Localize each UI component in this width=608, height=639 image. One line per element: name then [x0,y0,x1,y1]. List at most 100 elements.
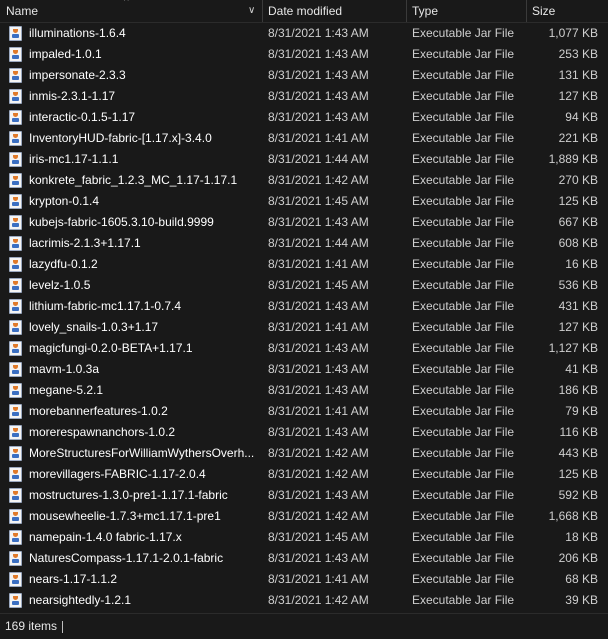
jar-file-icon [9,530,22,545]
file-row[interactable]: konkrete_fabric_1.2.3_MC_1.17-1.17.1 8/31… [0,170,608,191]
file-row[interactable]: nears-1.17-1.1.2 8/31/2021 1:41 AM Executa… [0,569,608,590]
file-date-modified: 8/31/2021 1:45 AM [268,530,369,544]
file-row[interactable]: lazydfu-0.1.2 8/31/2021 1:41 AM Executable… [0,254,608,275]
file-type: Executable Jar File [412,530,515,544]
file-row[interactable]: mavm-1.0.3a 8/31/2021 1:43 AM Executable J… [0,359,608,380]
file-date-modified: 8/31/2021 1:45 AM [268,278,369,292]
file-size: 94 KB [565,110,598,124]
file-size: 125 KB [558,467,598,481]
file-date-modified: 8/31/2021 1:41 AM [268,404,369,418]
file-row[interactable]: mousewheelie-1.7.3+mc1.17.1-pre1 8/31/202… [0,506,608,527]
file-name: nearsightedly-1.2.1 [29,593,132,607]
file-date-modified: 8/31/2021 1:43 AM [268,488,369,502]
file-explorer-window: Name ^ ∨ Date modified Type Size illumin… [0,0,608,639]
sort-ascending-icon: ^ [124,0,129,7]
file-name: inmis-2.3.1-1.17 [29,89,116,103]
file-row[interactable]: namepain-1.4.0 fabric-1.17.x 8/31/2021 1:… [0,527,608,548]
file-row[interactable]: megane-5.2.1 8/31/2021 1:43 AM Executable … [0,380,608,401]
file-row[interactable]: NaturesCompass-1.17.1-2.0.1-fabric 8/31/2… [0,548,608,569]
file-row[interactable]: iris-mc1.17-1.1.1 8/31/2021 1:44 AM Execut… [0,149,608,170]
file-size: 206 KB [558,551,598,565]
jar-file-icon [9,362,22,377]
file-name: krypton-0.1.4 [29,194,100,208]
file-type: Executable Jar File [412,47,515,61]
item-count: 169 items [5,619,58,633]
file-date-modified: 8/31/2021 1:42 AM [268,467,369,481]
file-date-modified: 8/31/2021 1:43 AM [268,26,369,40]
file-type: Executable Jar File [412,131,515,145]
file-type: Executable Jar File [412,593,515,607]
file-type: Executable Jar File [412,551,515,565]
file-size: 443 KB [558,446,598,460]
jar-file-icon [9,551,22,566]
file-date-modified: 8/31/2021 1:43 AM [268,341,369,355]
file-name: morerespawnanchors-1.0.2 [29,425,176,439]
file-row[interactable]: MoreStructuresForWilliamWythersOverh... 8… [0,443,608,464]
file-row[interactable]: inmis-2.3.1-1.17 8/31/2021 1:43 AM Executa… [0,86,608,107]
file-size: 79 KB [565,404,598,418]
file-row[interactable]: morebannerfeatures-1.0.2 8/31/2021 1:41 A… [0,401,608,422]
jar-file-icon [9,467,22,482]
file-name: impersonate-2.3.3 [29,68,126,82]
file-row[interactable]: impersonate-2.3.3 8/31/2021 1:43 AM Execut… [0,65,608,86]
file-row[interactable]: lithium-fabric-mc1.17.1-0.7.4 8/31/2021 1… [0,296,608,317]
file-name: morevillagers-FABRIC-1.17-2.0.4 [29,467,206,481]
file-row[interactable]: InventoryHUD-fabric-[1.17.x]-3.4.0 8/31/2… [0,128,608,149]
column-header-type[interactable]: Type [406,0,526,22]
file-row[interactable]: lacrimis-2.1.3+1.17.1 8/31/2021 1:44 AM Ex… [0,233,608,254]
file-row[interactable]: lovely_snails-1.0.3+1.17 8/31/2021 1:41 A… [0,317,608,338]
file-name: mostructures-1.3.0-pre1-1.17.1-fabric [29,488,228,502]
jar-file-icon [9,488,22,503]
file-row[interactable]: levelz-1.0.5 8/31/2021 1:45 AM Executable … [0,275,608,296]
file-size: 1,668 KB [548,509,598,523]
file-row[interactable]: morevillagers-FABRIC-1.17-2.0.4 8/31/2021… [0,464,608,485]
jar-file-icon [9,383,22,398]
status-bar: 169 items [0,613,608,639]
file-type: Executable Jar File [412,215,515,229]
jar-file-icon [9,572,22,587]
file-date-modified: 8/31/2021 1:41 AM [268,257,369,271]
file-size: 41 KB [565,362,598,376]
file-name: lacrimis-2.1.3+1.17.1 [29,236,141,250]
file-row[interactable]: interactic-0.1.5-1.17 8/31/2021 1:43 AM Ex… [0,107,608,128]
jar-file-icon [9,26,22,41]
file-size: 127 KB [558,320,598,334]
file-name: konkrete_fabric_1.2.3_MC_1.17-1.17.1 [29,173,238,187]
file-size: 68 KB [565,572,598,586]
jar-file-icon [9,47,22,62]
file-name: mavm-1.0.3a [29,362,100,376]
column-header-name-label: Name [6,4,39,18]
file-date-modified: 8/31/2021 1:44 AM [268,152,369,166]
file-type: Executable Jar File [412,173,515,187]
file-type: Executable Jar File [412,299,515,313]
file-row[interactable]: morerespawnanchors-1.0.2 8/31/2021 1:43 A… [0,422,608,443]
jar-file-icon [9,593,22,608]
file-row[interactable]: illuminations-1.6.4 8/31/2021 1:43 AM Exec… [0,23,608,44]
column-header-date-modified[interactable]: Date modified [262,0,406,22]
file-size: 39 KB [565,593,598,607]
jar-file-icon [9,236,22,251]
file-name: nears-1.17-1.1.2 [29,572,118,586]
file-date-modified: 8/31/2021 1:43 AM [268,299,369,313]
file-name: NaturesCompass-1.17.1-2.0.1-fabric [29,551,224,565]
file-row[interactable]: magicfungi-0.2.0-BETA+1.17.1 8/31/2021 1:… [0,338,608,359]
file-name: namepain-1.4.0 fabric-1.17.x [29,530,182,544]
column-header-size[interactable]: Size [526,0,608,22]
chevron-down-icon[interactable]: ∨ [248,0,255,22]
file-row[interactable]: kubejs-fabric-1605.3.10-build.9999 8/31/2… [0,212,608,233]
file-row[interactable]: impaled-1.0.1 8/31/2021 1:43 AM Executable… [0,44,608,65]
file-type: Executable Jar File [412,236,515,250]
file-size: 431 KB [558,299,598,313]
file-size: 1,077 KB [548,26,598,40]
file-date-modified: 8/31/2021 1:42 AM [268,509,369,523]
jar-file-icon [9,194,22,209]
file-name: lazydfu-0.1.2 [29,257,98,271]
file-date-modified: 8/31/2021 1:42 AM [268,446,369,460]
jar-file-icon [9,110,22,125]
jar-file-icon [9,68,22,83]
column-header-name[interactable]: Name [0,0,262,22]
file-row[interactable]: nearsightedly-1.2.1 8/31/2021 1:42 AM Exec… [0,590,608,611]
file-size: 667 KB [558,215,598,229]
file-row[interactable]: krypton-0.1.4 8/31/2021 1:45 AM Executable… [0,191,608,212]
file-row[interactable]: mostructures-1.3.0-pre1-1.17.1-fabric 8/3… [0,485,608,506]
